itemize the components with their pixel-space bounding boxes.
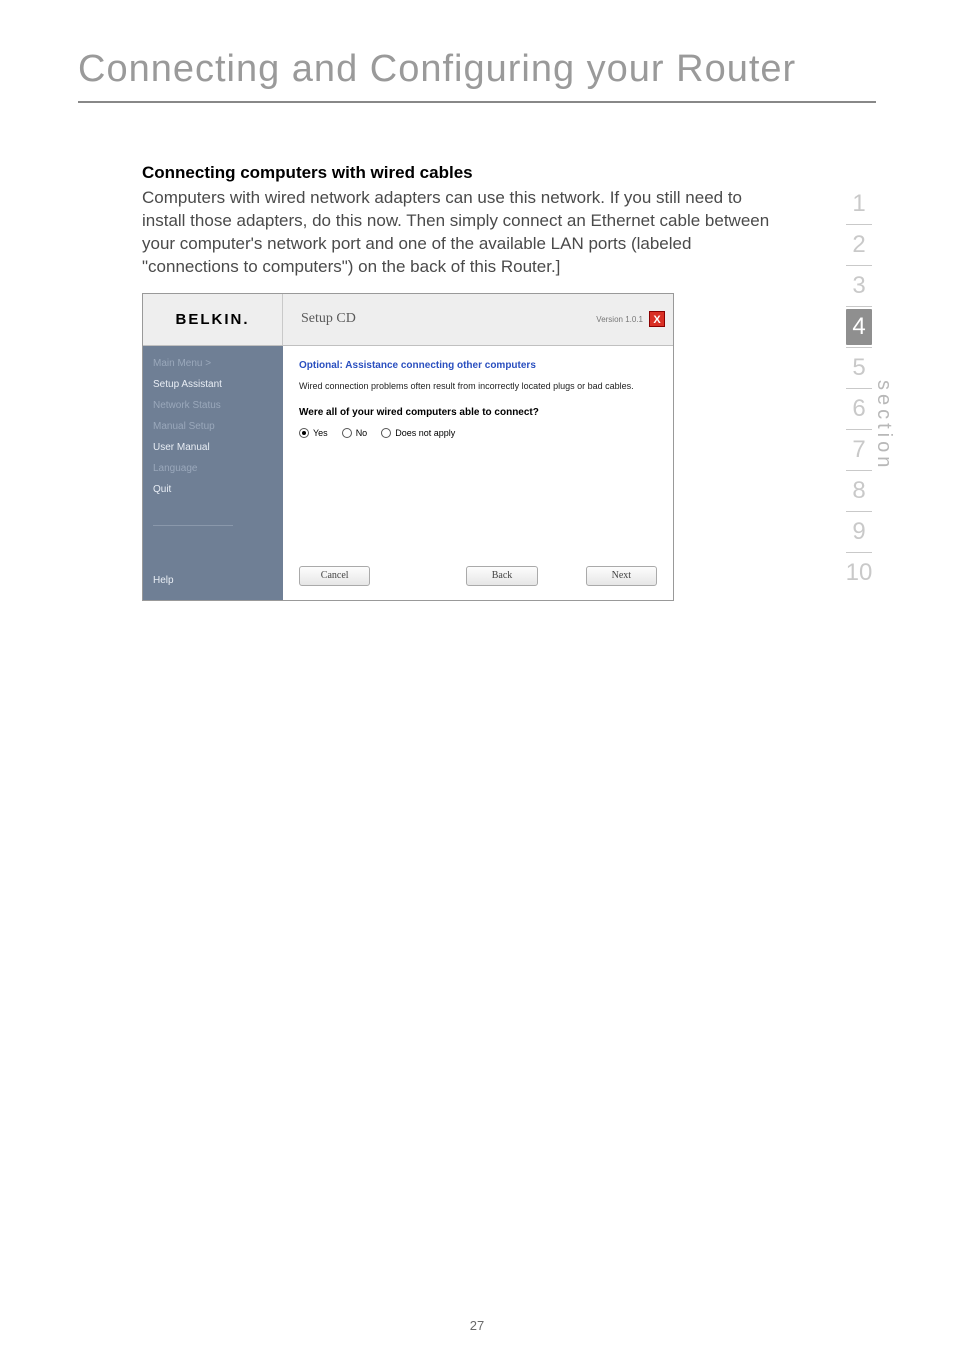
nav-3[interactable]: 3 <box>824 268 894 304</box>
nav-2[interactable]: 2 <box>824 227 894 263</box>
close-icon[interactable]: X <box>649 311 665 327</box>
sidebar-item-language[interactable]: Language <box>153 463 273 474</box>
sidebar-item-setup-assistant[interactable]: Setup Assistant <box>153 379 273 390</box>
radio-dna-label: Does not apply <box>395 428 455 438</box>
sidebar: Main Menu > Setup Assistant Network Stat… <box>143 346 283 600</box>
main-panel: Optional: Assistance connecting other co… <box>283 346 673 600</box>
radio-yes-label: Yes <box>313 428 328 438</box>
app-window: BELKIN. Setup CD Version 1.0.1 X Main Me… <box>142 293 674 601</box>
sidebar-item-help[interactable]: Help <box>153 575 174 586</box>
page-number: 27 <box>0 1318 954 1333</box>
sidebar-item-user-manual[interactable]: User Manual <box>153 442 273 453</box>
nav-divider <box>846 511 872 512</box>
sidebar-item-manual-setup[interactable]: Manual Setup <box>153 421 273 432</box>
nav-10[interactable]: 10 <box>824 555 894 591</box>
nav-4[interactable]: 4 <box>846 309 872 345</box>
sidebar-item-network-status[interactable]: Network Status <box>153 400 273 411</box>
panel-question: Were all of your wired computers able to… <box>299 407 657 418</box>
nav-divider <box>846 388 872 389</box>
next-button[interactable]: Next <box>586 566 657 586</box>
cancel-button[interactable]: Cancel <box>299 566 370 586</box>
section-nav: section 1 2 3 4 5 6 7 8 9 10 <box>824 186 894 591</box>
radio-dot-icon <box>299 428 309 438</box>
nav-1[interactable]: 1 <box>824 186 894 222</box>
content-body: Computers with wired network adapters ca… <box>142 187 770 279</box>
nav-8[interactable]: 8 <box>824 473 894 509</box>
app-body: Main Menu > Setup Assistant Network Stat… <box>143 346 673 600</box>
panel-heading: Optional: Assistance connecting other co… <box>299 360 657 371</box>
nav-divider <box>846 224 872 225</box>
app-title: Setup CD <box>283 311 596 327</box>
button-row: Cancel Back Next <box>299 566 657 586</box>
radio-group: Yes No Does not apply <box>299 428 657 438</box>
radio-yes[interactable]: Yes <box>299 428 328 438</box>
nav-divider <box>846 347 872 348</box>
page-title: Connecting and Configuring your Router <box>0 0 954 91</box>
radio-no[interactable]: No <box>342 428 368 438</box>
content-area: Connecting computers with wired cables C… <box>0 103 770 601</box>
nav-divider <box>846 552 872 553</box>
radio-dna[interactable]: Does not apply <box>381 428 455 438</box>
app-version: Version 1.0.1 <box>596 315 649 324</box>
nav-divider <box>846 265 872 266</box>
radio-dot-icon <box>381 428 391 438</box>
nav-divider <box>846 306 872 307</box>
sidebar-separator <box>153 525 233 526</box>
content-subhead: Connecting computers with wired cables <box>142 163 770 183</box>
nav-divider <box>846 429 872 430</box>
sidebar-item-quit[interactable]: Quit <box>153 484 273 495</box>
section-label: section <box>872 380 895 471</box>
nav-divider <box>846 470 872 471</box>
radio-dot-icon <box>342 428 352 438</box>
app-titlebar: BELKIN. Setup CD Version 1.0.1 X <box>143 294 673 346</box>
panel-note: Wired connection problems often result f… <box>299 381 657 391</box>
radio-no-label: No <box>356 428 368 438</box>
nav-9[interactable]: 9 <box>824 514 894 550</box>
sidebar-item-main-menu[interactable]: Main Menu > <box>153 358 273 369</box>
back-button[interactable]: Back <box>466 566 537 586</box>
app-logo: BELKIN. <box>143 294 283 345</box>
